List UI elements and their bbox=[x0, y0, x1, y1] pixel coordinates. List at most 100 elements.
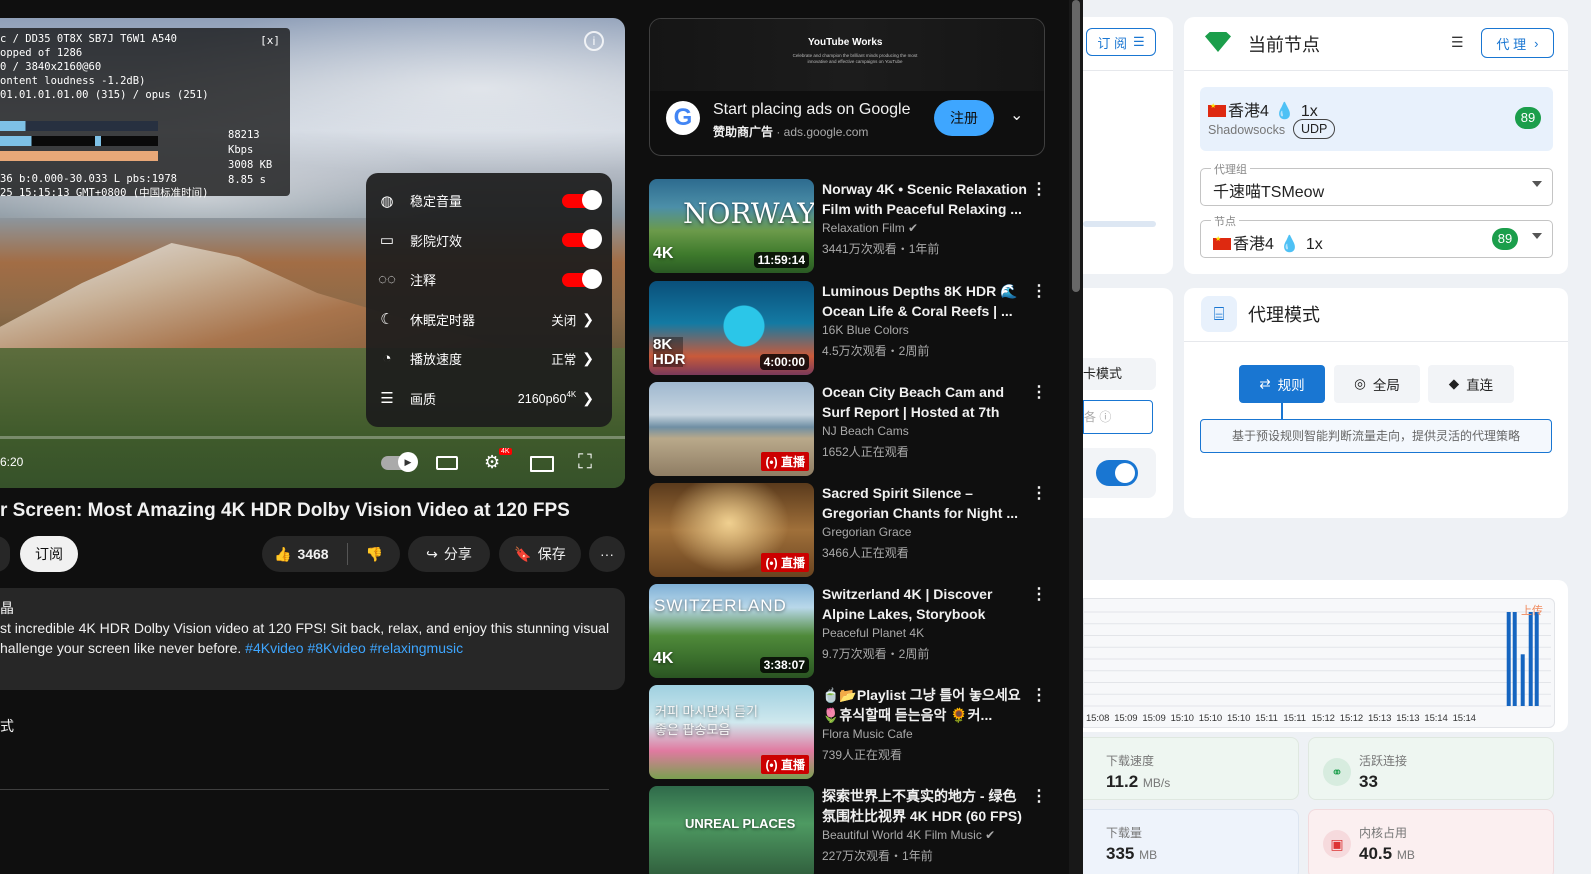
desc-line: st incredible 4K HDR Dolby Vision video … bbox=[0, 620, 610, 636]
feature-toggle[interactable] bbox=[1096, 460, 1138, 486]
stat-value: 40.5 MB bbox=[1359, 844, 1415, 864]
theater-mode-button[interactable] bbox=[530, 456, 554, 472]
rec-channel[interactable]: 16K Blue Colors bbox=[822, 323, 909, 337]
video-thumbnail[interactable]: UNREAL PLACES bbox=[649, 786, 814, 874]
video-player[interactable]: c / DD35 0T8X SB7J T6W1 A540 opped of 12… bbox=[0, 18, 625, 488]
setting-ambient-mode[interactable]: ▭ 影院灯效 bbox=[366, 221, 612, 261]
mode-global-button[interactable]: ◎ 全局 bbox=[1334, 365, 1420, 403]
video-thumbnail[interactable]: SWITZERLAND 4K 3:38:07 bbox=[649, 584, 814, 678]
node-select[interactable]: 节点 香港4 💧 1x 89 bbox=[1200, 213, 1553, 258]
setting-playback-speed[interactable]: ◔ 播放速度 正常 ❯ bbox=[366, 339, 612, 379]
setting-quality[interactable]: ☰ 画质 2160p604K ❯ bbox=[366, 379, 612, 419]
ad-card[interactable]: YouTube Works Celebrate and champion the… bbox=[649, 18, 1045, 156]
chart-tick-label: 15:10 bbox=[1170, 713, 1194, 724]
ad-banner[interactable]: YouTube Works Celebrate and champion the… bbox=[650, 19, 1044, 91]
recommendation-item[interactable]: UNREAL PLACES 探索世界上不真实的地方 - 绿色氛围杜比视界 4K … bbox=[649, 786, 1069, 874]
channel-join-button[interactable] bbox=[0, 536, 10, 572]
setting-annotations[interactable]: ◌◌ 注释 bbox=[366, 260, 612, 300]
stable-volume-toggle[interactable] bbox=[562, 189, 602, 210]
chart-tick-label: 15:12 bbox=[1311, 713, 1335, 724]
chevron-right-icon: ❯ bbox=[582, 350, 594, 367]
chevron-down-icon[interactable]: ⌄ bbox=[1010, 105, 1023, 125]
chevron-right-icon: › bbox=[1534, 35, 1539, 51]
more-vert-icon[interactable]: ⋮ bbox=[1031, 483, 1047, 503]
proxy-group-select[interactable]: 代理组 千速喵TSMeow bbox=[1200, 161, 1553, 206]
rec-title[interactable]: Ocean City Beach Cam and Surf Report | H… bbox=[822, 382, 1027, 422]
chevron-right-icon: ❯ bbox=[582, 389, 594, 406]
stats-close-button[interactable]: [x] bbox=[260, 34, 280, 48]
rec-title[interactable]: Norway 4K • Scenic Relaxation Film with … bbox=[822, 179, 1027, 219]
info-icon[interactable]: i bbox=[584, 31, 604, 51]
subscribe-button[interactable]: 订 阅 ☰ bbox=[1086, 28, 1156, 56]
rec-title[interactable]: Sacred Spirit Silence – Gregorian Chants… bbox=[822, 483, 1027, 523]
rec-channel[interactable]: Beautiful World 4K Film Music ✔ bbox=[822, 828, 995, 842]
mode-rule-button[interactable]: ⇄ 规则 bbox=[1239, 365, 1325, 403]
rec-channel[interactable]: NJ Beach Cams bbox=[822, 424, 909, 438]
ad-title[interactable]: Start placing ads on Google bbox=[713, 101, 910, 119]
scrollbar-thumb[interactable] bbox=[1072, 0, 1080, 292]
video-thumbnail[interactable]: NORWAY 4K 11:59:14 bbox=[649, 179, 814, 273]
video-description[interactable]: 晶 st incredible 4K HDR Dolby Vision vide… bbox=[0, 588, 625, 690]
recommendation-item[interactable]: SWITZERLAND 4K 3:38:07 Switzerland 4K | … bbox=[649, 584, 1069, 680]
subscribe-button[interactable]: 订阅 bbox=[20, 536, 78, 572]
more-vert-icon[interactable]: ⋮ bbox=[1031, 281, 1047, 301]
settings-menu: ◍ 稳定音量 ▭ 影院灯效 ◌◌ 注释 ☾ 休眠定时器 关闭 ❯ ◔ 播放速度 … bbox=[366, 173, 612, 427]
ad-signup-button[interactable]: 注册 bbox=[934, 100, 994, 136]
autoplay-toggle[interactable] bbox=[381, 452, 418, 472]
setting-sleep-timer[interactable]: ☾ 休眠定时器 关闭 ❯ bbox=[366, 300, 612, 340]
thumbs-down-icon[interactable]: 👎 bbox=[366, 546, 383, 563]
rec-channel[interactable]: Relaxation Film ✔ bbox=[822, 221, 918, 235]
video-thumbnail[interactable]: (•) 直播 bbox=[649, 382, 814, 476]
mode-option[interactable]: 卡模式 bbox=[1083, 358, 1156, 390]
settings-gear-icon[interactable]: ⚙ bbox=[484, 452, 500, 473]
share-button[interactable]: ↪ 分享 bbox=[408, 536, 490, 572]
volume-normalize-icon: ◍ bbox=[380, 192, 394, 210]
hashtag-link[interactable]: #8Kvideo bbox=[307, 640, 365, 656]
stats-line: ontent loudness -1.2dB) bbox=[0, 75, 146, 87]
stats-bar-network bbox=[0, 136, 158, 146]
more-vert-icon[interactable]: ⋮ bbox=[1031, 685, 1047, 705]
thumbs-up-icon[interactable]: 👍 bbox=[274, 546, 291, 563]
more-vert-icon[interactable]: ⋮ bbox=[1031, 584, 1047, 604]
divider bbox=[346, 543, 348, 565]
recommendation-item[interactable]: 8K HDR 4:00:00 Luminous Depths 8K HDR 🌊 … bbox=[649, 281, 1069, 377]
like-count[interactable]: 3468 bbox=[297, 546, 328, 562]
mode-direct-button[interactable]: ◆ 直连 bbox=[1428, 365, 1514, 403]
chart-legend-upload: 上传 bbox=[1521, 605, 1543, 617]
udp-badge: UDP bbox=[1293, 119, 1336, 139]
subtitles-button[interactable] bbox=[436, 456, 458, 470]
stat-value: 33 bbox=[1359, 772, 1378, 791]
recommendation-item[interactable]: NORWAY 4K 11:59:14 Norway 4K • Scenic Re… bbox=[649, 179, 1069, 275]
sort-icon[interactable]: ☰ bbox=[1451, 34, 1464, 51]
more-vert-icon[interactable]: ⋮ bbox=[1031, 179, 1047, 199]
rec-title[interactable]: Luminous Depths 8K HDR 🌊 Ocean Life & Co… bbox=[822, 281, 1027, 321]
fullscreen-icon[interactable]: ⛶ bbox=[578, 451, 592, 474]
video-thumbnail[interactable]: 8K HDR 4:00:00 bbox=[649, 281, 814, 375]
proxy-button[interactable]: 代 理 › bbox=[1481, 28, 1554, 58]
recommendation-item[interactable]: 커피 마시면서 듣기 좋은 팝송모음 (•) 直播 🍵📂Playlist 그냥 … bbox=[649, 685, 1069, 781]
recommendation-item[interactable]: (•) 直播 Ocean City Beach Cam and Surf Rep… bbox=[649, 382, 1069, 478]
mode-label: 直连 bbox=[1466, 378, 1494, 393]
current-node-box[interactable]: 香港4 💧 1x Shadowsocks UDP 89 bbox=[1200, 87, 1553, 151]
hashtag-link[interactable]: #4Kvideo bbox=[245, 640, 303, 656]
rec-title[interactable]: 探索世界上不真实的地方 - 绿色氛围杜比视界 4K HDR (60 FPS) bbox=[822, 786, 1027, 826]
rec-channel[interactable]: Gregorian Grace bbox=[822, 525, 911, 539]
rec-title[interactable]: 🍵📂Playlist 그냥 틀어 놓으세요🌷휴식할때 듣는음악 🌻커... bbox=[822, 685, 1027, 725]
ambient-mode-toggle[interactable] bbox=[562, 229, 602, 250]
progress-bar[interactable] bbox=[0, 436, 625, 439]
video-thumbnail[interactable]: 커피 마시면서 듣기 좋은 팝송모음 (•) 直播 bbox=[649, 685, 814, 779]
hashtag-link[interactable]: #relaxingmusic bbox=[370, 640, 463, 656]
more-actions-button[interactable]: ··· bbox=[589, 536, 625, 572]
recommendation-item[interactable]: (•) 直播 Sacred Spirit Silence – Gregorian… bbox=[649, 483, 1069, 579]
more-vert-icon[interactable]: ⋮ bbox=[1031, 786, 1047, 806]
text-input[interactable]: 各 ⓘ bbox=[1083, 400, 1153, 434]
rec-title[interactable]: Switzerland 4K | Discover Alpine Lakes, … bbox=[822, 584, 1027, 624]
more-vert-icon[interactable]: ⋮ bbox=[1031, 382, 1047, 402]
rec-meta: 3441万次观看・1年前 bbox=[822, 242, 940, 256]
setting-stable-volume[interactable]: ◍ 稳定音量 bbox=[366, 181, 612, 221]
video-thumbnail[interactable]: (•) 直播 bbox=[649, 483, 814, 577]
save-button[interactable]: 🔖 保存 bbox=[499, 536, 581, 572]
rec-channel[interactable]: Peaceful Planet 4K bbox=[822, 626, 924, 640]
rec-channel[interactable]: Flora Music Cafe bbox=[822, 727, 913, 741]
annotations-toggle[interactable] bbox=[562, 268, 602, 289]
